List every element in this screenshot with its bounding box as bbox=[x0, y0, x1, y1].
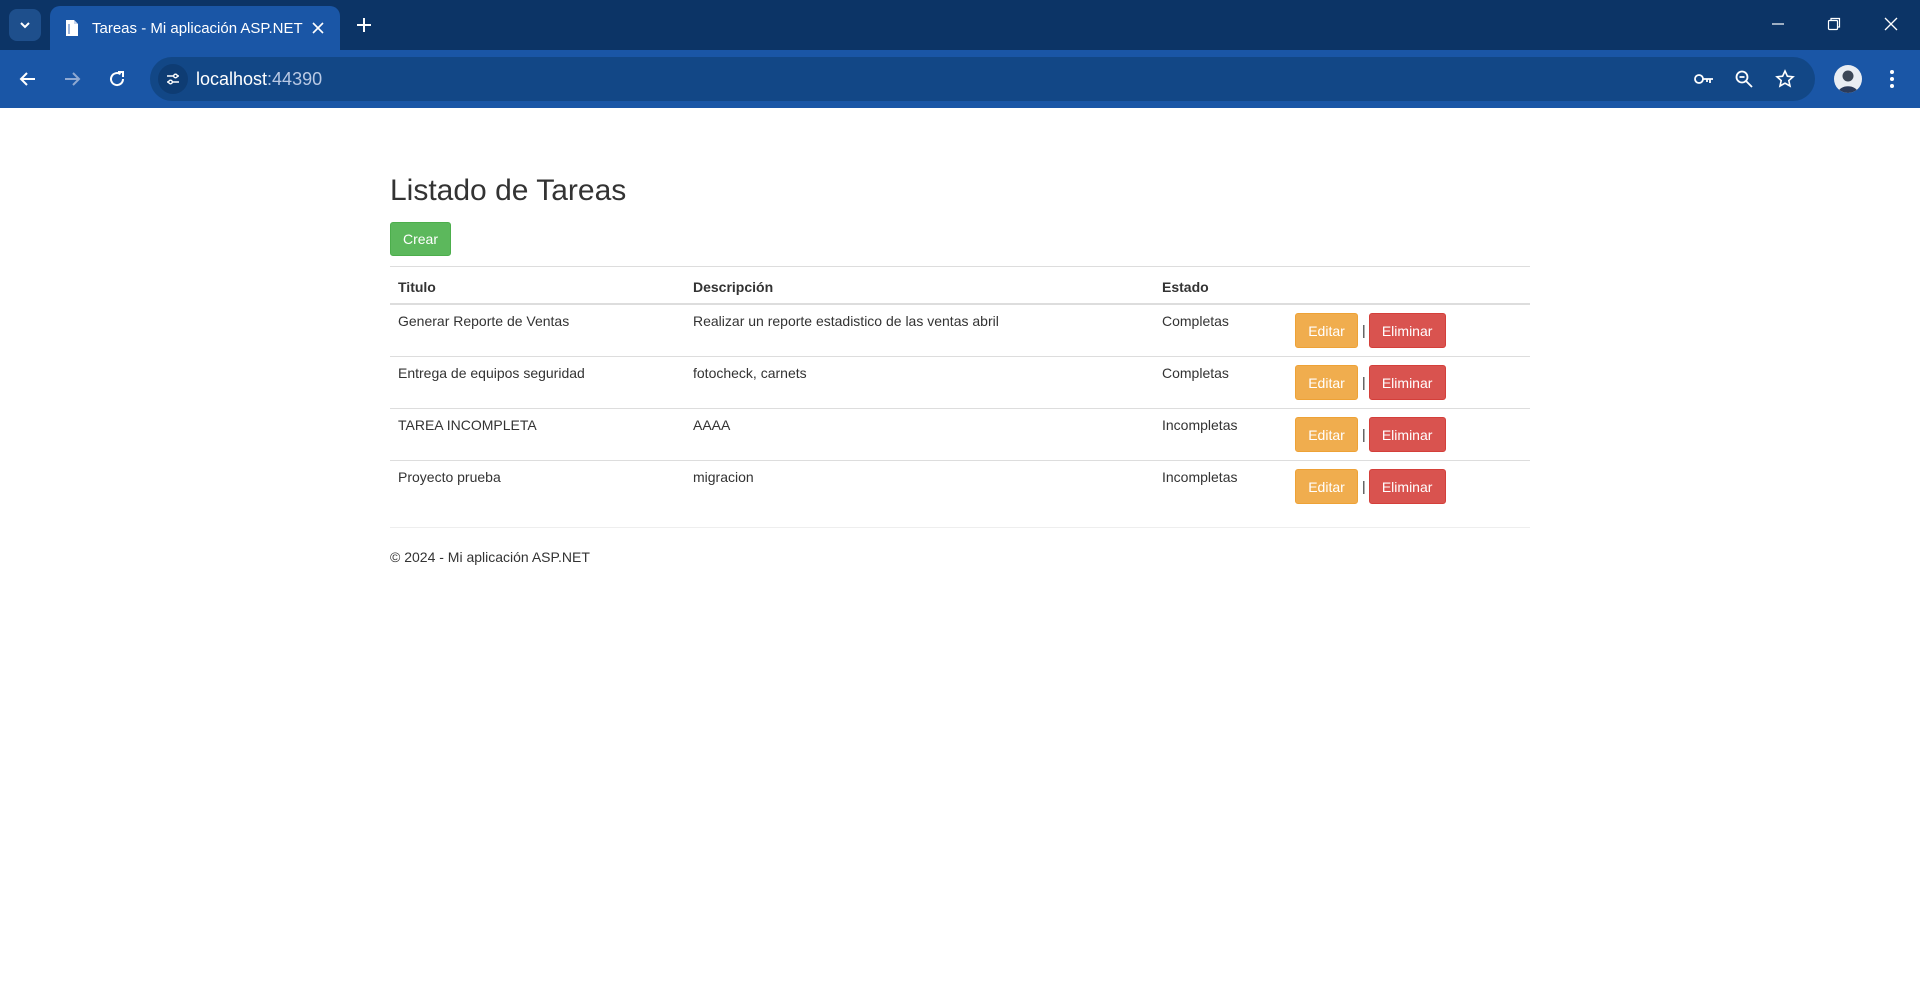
forward-button[interactable] bbox=[56, 63, 88, 95]
site-info-button[interactable] bbox=[158, 64, 188, 94]
minimize-icon bbox=[1772, 23, 1784, 25]
tab-title: Tareas - Mi aplicación ASP.NET bbox=[92, 19, 303, 37]
task-description: migracion bbox=[685, 459, 1154, 512]
create-button[interactable]: Crear bbox=[390, 222, 451, 256]
delete-button[interactable]: Eliminar bbox=[1368, 364, 1446, 400]
task-description: fotocheck, carnets bbox=[685, 355, 1154, 408]
task-description: Realizar un reporte estadistico de las v… bbox=[685, 303, 1154, 356]
bookmark-button[interactable] bbox=[1771, 65, 1799, 93]
active-tab[interactable]: Tareas - Mi aplicación ASP.NET bbox=[50, 6, 340, 50]
zoom-out-icon bbox=[1735, 70, 1753, 88]
action-separator: | bbox=[1362, 374, 1366, 390]
close-icon bbox=[1884, 17, 1898, 31]
chevron-down-icon bbox=[20, 22, 30, 29]
footer-divider bbox=[390, 527, 1530, 528]
action-separator: | bbox=[1362, 478, 1366, 494]
key-icon bbox=[1694, 74, 1713, 84]
minimize-button[interactable] bbox=[1758, 8, 1798, 40]
more-vertical-icon bbox=[1890, 70, 1894, 88]
task-title: TAREA INCOMPLETA bbox=[390, 407, 685, 460]
page-content: Listado de Tareas Crear Titulo Descripci… bbox=[0, 108, 1920, 1008]
tab-close-button[interactable] bbox=[306, 16, 330, 40]
task-description: AAAA bbox=[685, 407, 1154, 460]
new-tab-button[interactable] bbox=[350, 11, 378, 39]
delete-button[interactable]: Eliminar bbox=[1368, 416, 1446, 452]
header-estado: Estado bbox=[1154, 266, 1287, 305]
delete-button[interactable]: Eliminar bbox=[1368, 312, 1446, 348]
browser-tabstrip: Tareas - Mi aplicación ASP.NET bbox=[0, 0, 1920, 50]
delete-button[interactable]: Eliminar bbox=[1368, 468, 1446, 504]
header-actions bbox=[1287, 266, 1530, 305]
edit-button[interactable]: Editar bbox=[1295, 468, 1358, 504]
task-status: Incompletas bbox=[1154, 459, 1287, 512]
edit-button[interactable]: Editar bbox=[1295, 364, 1358, 400]
browser-toolbar: localhost:44390 bbox=[0, 50, 1920, 108]
row-actions: Editar | Eliminar bbox=[1287, 407, 1530, 460]
table-row: Entrega de equipos seguridad fotocheck, … bbox=[390, 355, 1530, 408]
arrow-left-icon bbox=[19, 72, 35, 86]
star-icon bbox=[1775, 69, 1795, 88]
back-button[interactable] bbox=[12, 63, 44, 95]
zoom-button[interactable] bbox=[1730, 65, 1758, 93]
edit-button[interactable]: Editar bbox=[1295, 312, 1358, 348]
row-actions: Editar | Eliminar bbox=[1287, 355, 1530, 408]
footer-copyright: © 2024 - Mi aplicación ASP.NET bbox=[390, 549, 590, 565]
address-bar[interactable]: localhost:44390 bbox=[150, 57, 1815, 101]
edit-button[interactable]: Editar bbox=[1295, 416, 1358, 452]
tasks-table: Titulo Descripción Estado Generar Report… bbox=[390, 266, 1530, 512]
header-descripcion: Descripción bbox=[685, 266, 1154, 305]
page-title: Listado de Tareas bbox=[390, 174, 627, 207]
table-row: Generar Reporte de Ventas Realizar un re… bbox=[390, 303, 1530, 356]
restore-icon bbox=[1827, 17, 1841, 31]
action-separator: | bbox=[1362, 426, 1366, 442]
browser-menu-button[interactable] bbox=[1878, 63, 1906, 95]
arrow-right-icon bbox=[65, 72, 81, 86]
tune-icon bbox=[167, 73, 179, 85]
task-title: Proyecto prueba bbox=[390, 459, 685, 512]
plus-icon bbox=[357, 18, 371, 32]
action-separator: | bbox=[1362, 322, 1366, 338]
avatar[interactable] bbox=[1834, 65, 1862, 93]
url-host: localhost bbox=[196, 69, 268, 89]
restore-button[interactable] bbox=[1814, 8, 1854, 40]
row-actions: Editar | Eliminar bbox=[1287, 303, 1530, 356]
task-title: Generar Reporte de Ventas bbox=[390, 303, 685, 356]
header-titulo: Titulo bbox=[390, 266, 685, 305]
close-icon bbox=[312, 22, 324, 34]
reload-icon bbox=[110, 71, 125, 87]
table-row: TAREA INCOMPLETA AAAA Incompletas Editar… bbox=[390, 407, 1530, 460]
task-title: Entrega de equipos seguridad bbox=[390, 355, 685, 408]
table-header-row: Titulo Descripción Estado bbox=[390, 266, 1530, 305]
password-manager-button[interactable] bbox=[1690, 65, 1718, 93]
row-actions: Editar | Eliminar bbox=[1287, 459, 1530, 512]
url-text[interactable]: localhost:44390 bbox=[196, 69, 322, 90]
reload-button[interactable] bbox=[101, 63, 133, 95]
task-status: Completas bbox=[1154, 355, 1287, 408]
close-window-button[interactable] bbox=[1871, 8, 1911, 40]
document-icon bbox=[62, 18, 82, 38]
tab-search-button[interactable] bbox=[9, 9, 41, 41]
task-status: Completas bbox=[1154, 303, 1287, 356]
task-status: Incompletas bbox=[1154, 407, 1287, 460]
url-port: :44390 bbox=[267, 69, 323, 89]
table-row: Proyecto prueba migracion Incompletas Ed… bbox=[390, 459, 1530, 512]
